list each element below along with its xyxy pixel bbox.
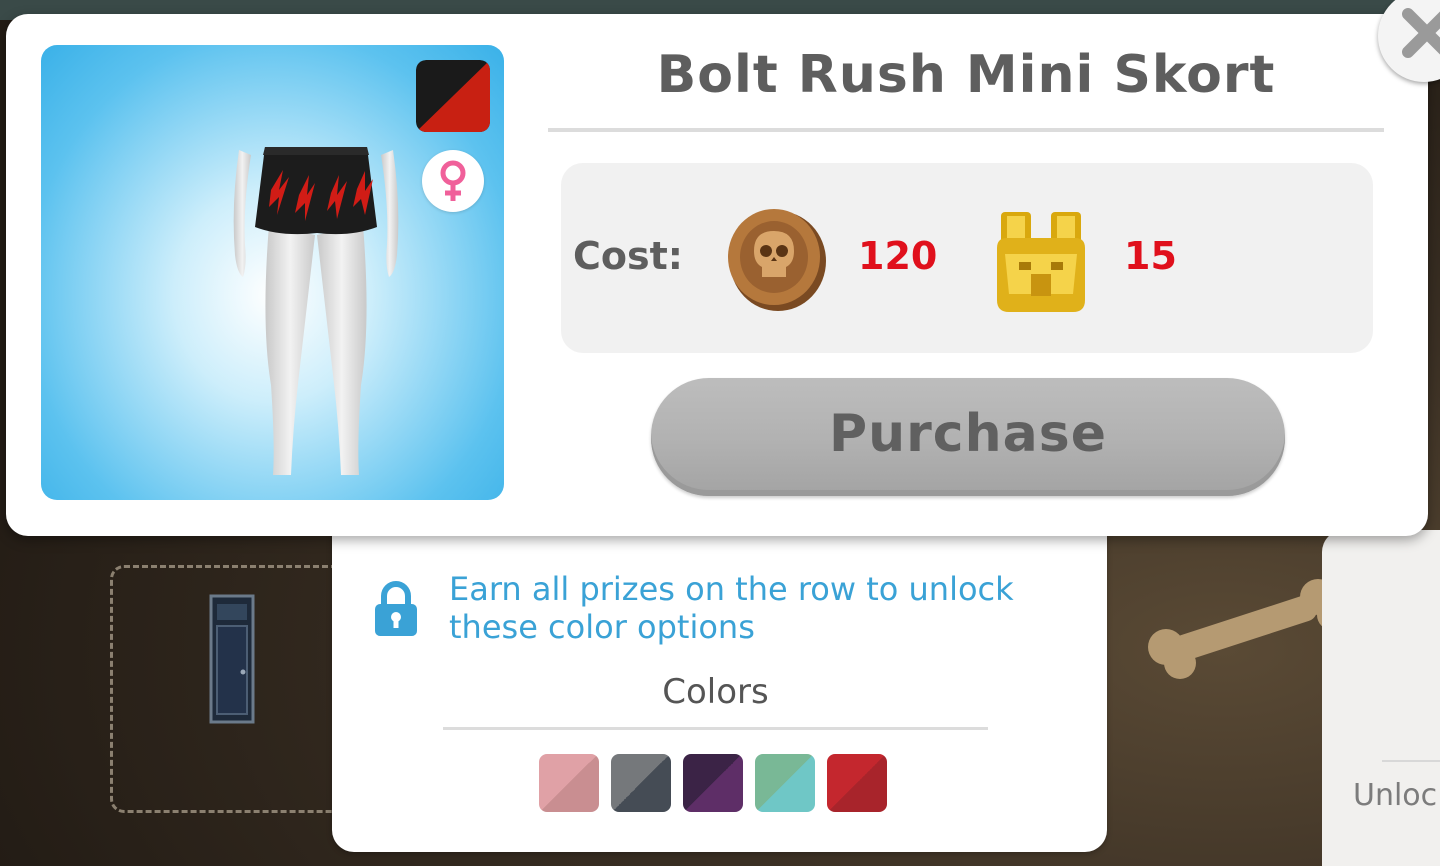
female-symbol-icon [440, 160, 466, 201]
golden-idol-icon [997, 212, 1085, 312]
cost-label: Cost: [573, 234, 683, 278]
bone-decoration-icon [1148, 579, 1347, 679]
unlock-message: Earn all prizes on the row to unlock the… [449, 570, 1014, 646]
cost-value-coins: 120 [858, 234, 938, 278]
female-gender-badge [422, 150, 484, 212]
colors-divider [443, 727, 988, 730]
purchase-button[interactable]: Purchase [651, 378, 1285, 496]
door-item-icon [209, 594, 255, 724]
selected-color-chip[interactable] [416, 60, 490, 132]
color-swatch-pink[interactable] [539, 754, 599, 812]
item-title: Bolt Rush Mini Skort [656, 45, 1276, 105]
cost-value-idols: 15 [1124, 234, 1177, 278]
color-swatch-slate[interactable] [611, 754, 671, 812]
skull-coin-icon [728, 209, 826, 311]
color-swatch-row [539, 754, 887, 812]
mannequin-skort-preview [233, 147, 399, 475]
color-swatch-purple[interactable] [683, 754, 743, 812]
purchase-button-label: Purchase [829, 404, 1107, 464]
color-swatch-teal[interactable] [755, 754, 815, 812]
color-swatch-red[interactable] [827, 754, 887, 812]
side-panel-text: Unloc [1353, 778, 1438, 813]
title-divider [548, 128, 1384, 132]
colors-heading: Colors [662, 672, 769, 712]
lock-icon [375, 581, 417, 636]
side-panel [1322, 530, 1440, 866]
side-panel-divider [1382, 760, 1440, 762]
